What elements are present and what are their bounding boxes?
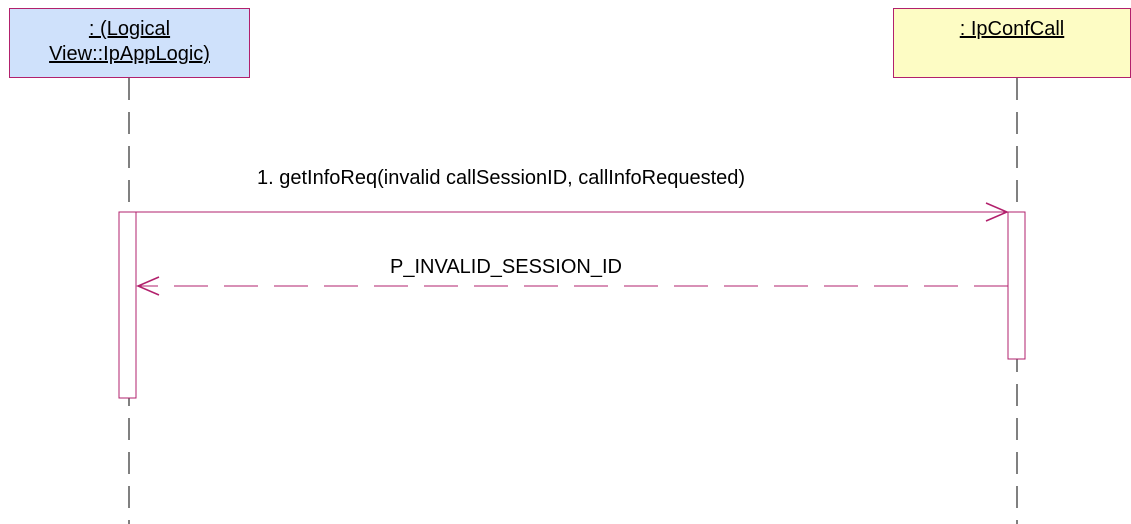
participant-app-logic-line2: View::IpAppLogic): [49, 43, 210, 65]
participant-conf-call: : IpConfCall: [893, 8, 1131, 78]
activation-bar-conf: [1007, 211, 1026, 360]
message-1-label: 1. getInfoReq(invalid callSessionID, cal…: [257, 167, 746, 189]
participant-app-logic-line1: : (Logical: [88, 18, 171, 40]
participant-app-logic: : (Logical View::IpAppLogic): [9, 8, 250, 78]
participant-conf-call-label: : IpConfCall: [959, 18, 1065, 40]
activation-bar-app: [118, 211, 137, 399]
message-2-label: P_INVALID_SESSION_ID: [390, 256, 622, 278]
